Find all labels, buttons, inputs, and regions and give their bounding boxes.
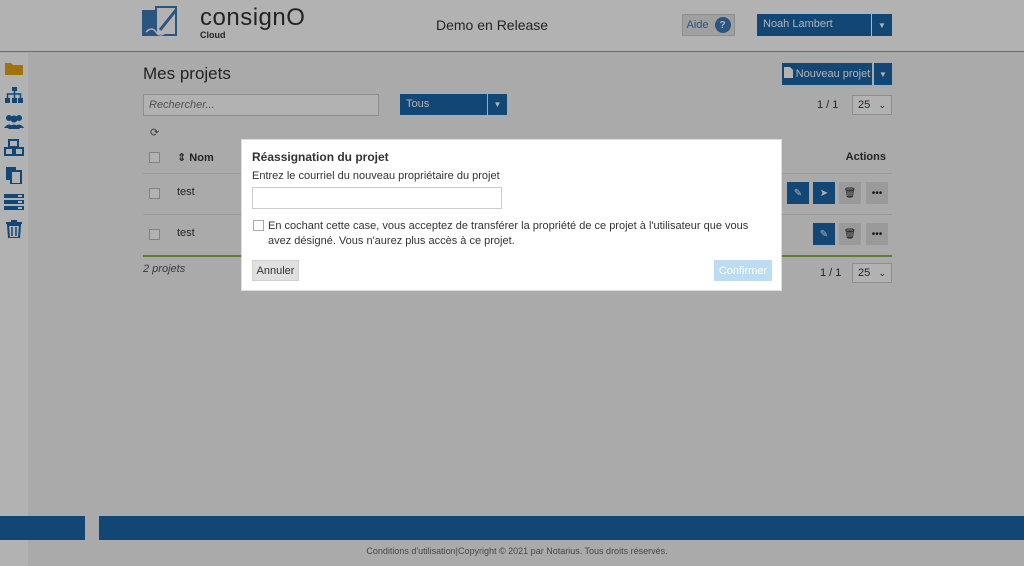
confirm-button[interactable]: Confirmer — [714, 260, 772, 281]
email-label: Entrez le courriel du nouveau propriétai… — [252, 170, 500, 182]
cancel-button[interactable]: Annuler — [252, 260, 299, 281]
consent-checkbox[interactable] — [253, 220, 264, 231]
dialog-title: Réassignation du projet — [252, 150, 389, 164]
reassign-project-dialog: Réassignation du projet Entrez le courri… — [241, 139, 782, 291]
new-owner-email-input[interactable] — [252, 187, 502, 209]
consent-text: En cochant cette case, vous acceptez de … — [268, 220, 749, 247]
